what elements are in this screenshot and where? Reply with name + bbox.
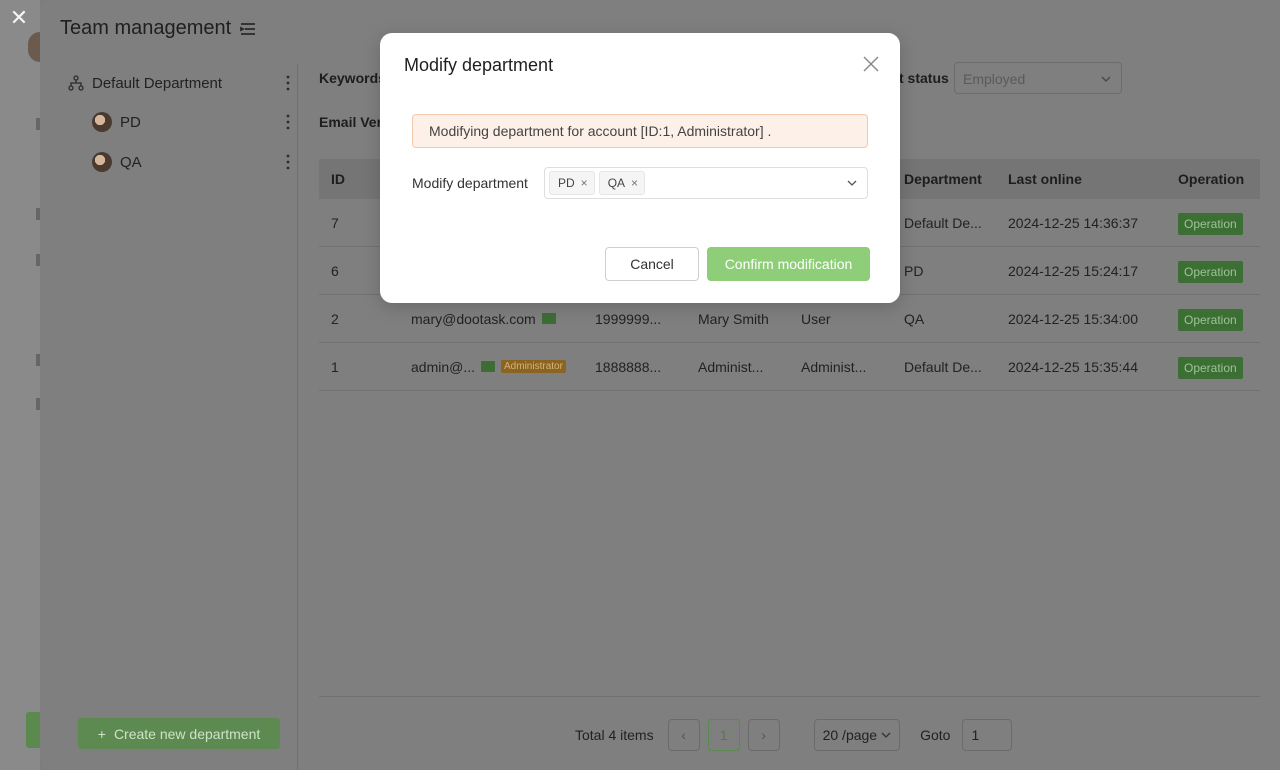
avatar (92, 152, 112, 172)
cell-nickname: Administ... (698, 358, 764, 375)
tag-remove-icon[interactable]: × (631, 176, 638, 190)
email-verified-icon (541, 313, 556, 324)
page-button-1[interactable]: 1 (707, 719, 740, 751)
table-row: 1 admin@... Administrator 1888888... Admi… (319, 343, 1260, 391)
column-header-department: Department (904, 171, 982, 187)
administrator-badge: Administrator (501, 360, 566, 373)
cancel-button[interactable]: Cancel (605, 247, 699, 281)
operation-button[interactable]: Operation (1178, 212, 1243, 235)
cell-department: QA (904, 310, 925, 327)
more-options-icon[interactable] (286, 153, 290, 171)
modify-department-modal: Modify department Modifying department f… (380, 33, 900, 303)
cell-last-online: 2024-12-25 14:36:37 (1008, 214, 1138, 231)
confirm-modification-button[interactable]: Confirm modification (707, 247, 870, 281)
next-page-button[interactable]: › (747, 719, 780, 751)
cell-department: Default De... (904, 358, 982, 375)
column-header-last-online: Last online (1008, 171, 1082, 187)
cell-identity: Administ... (801, 358, 867, 375)
page-size-select[interactable]: 20 /page (813, 719, 901, 751)
operation-button[interactable]: Operation (1178, 260, 1243, 283)
department-sidebar: Default Department PD QA (58, 64, 298, 770)
tag-label: PD (558, 176, 575, 190)
cell-phone: 1888888... (595, 358, 662, 375)
org-tree-icon (68, 75, 84, 91)
tag-label: QA (607, 176, 626, 190)
cell-department: PD (904, 262, 924, 279)
page-title: Team management (60, 17, 232, 39)
operation-button[interactable]: Operation (1178, 308, 1243, 331)
more-options-icon[interactable] (286, 113, 290, 131)
cell-last-online: 2024-12-25 15:34:00 (1008, 310, 1138, 327)
more-options-icon[interactable] (286, 74, 290, 92)
email-verified-icon (481, 361, 496, 372)
goto-page-input[interactable]: 1 (962, 719, 1013, 751)
cell-id: 1 (331, 358, 339, 375)
modify-department-label: Modify department (412, 175, 528, 191)
page-size-value: 20 /page (822, 727, 878, 743)
sidebar-item-label: Default Department (92, 74, 223, 92)
warning-alert: Modifying department for account [ID:1, … (412, 114, 868, 148)
column-header-operation: Operation (1178, 171, 1245, 187)
cell-id: 2 (331, 310, 339, 327)
status-select-value: Employed (963, 71, 1026, 87)
department-multiselect[interactable]: PD × QA × (544, 167, 868, 199)
background-strip (0, 0, 40, 770)
sidebar-item-qa[interactable]: QA (92, 144, 300, 180)
cell-nickname: Mary Smith (698, 310, 769, 327)
prev-page-button[interactable]: ‹ (667, 719, 700, 751)
avatar (92, 112, 112, 132)
sidebar-item-label: PD (120, 113, 141, 131)
cell-last-online: 2024-12-25 15:24:17 (1008, 262, 1138, 279)
total-count: Total 4 items (575, 727, 654, 743)
employment-status-label: t status (899, 70, 949, 86)
sidebar-item-pd[interactable]: PD (92, 104, 300, 140)
selected-tag-qa: QA × (598, 171, 646, 195)
cell-department: Default De... (904, 214, 982, 231)
create-department-button[interactable]: + Create new department (78, 718, 280, 749)
drawer-close-icon[interactable]: ✕ (8, 7, 30, 30)
cell-identity: User (801, 310, 831, 327)
operation-button[interactable]: Operation (1178, 356, 1243, 379)
pagination: Total 4 items ‹ 1 › 20 /page Goto 1 (319, 696, 1260, 770)
list-menu-icon[interactable] (239, 20, 257, 38)
keywords-label: Keywords (319, 70, 386, 86)
chevron-down-icon (847, 180, 857, 186)
drawer-header: Team management (60, 17, 257, 40)
tag-remove-icon[interactable]: × (581, 176, 588, 190)
modal-title: Modify department (404, 55, 554, 75)
chevron-down-icon (1101, 76, 1111, 82)
selected-tag-pd: PD × (549, 171, 595, 195)
close-icon[interactable] (862, 55, 880, 73)
cell-email: mary@dootask.com (411, 310, 536, 327)
cell-phone: 1999999... (595, 310, 662, 327)
sidebar-item-label: QA (120, 153, 142, 171)
create-department-label: Create new department (113, 725, 261, 742)
sidebar-item-default-department[interactable]: Default Department (68, 65, 300, 101)
chevron-down-icon (881, 732, 891, 738)
cell-last-online: 2024-12-25 15:35:44 (1008, 358, 1138, 375)
cell-email: admin@... (411, 358, 476, 375)
plus-icon: + (97, 725, 106, 742)
email-verification-label: Email Ver (319, 114, 383, 130)
goto-label: Goto (920, 727, 951, 743)
employment-status-select[interactable]: Employed (954, 62, 1122, 94)
